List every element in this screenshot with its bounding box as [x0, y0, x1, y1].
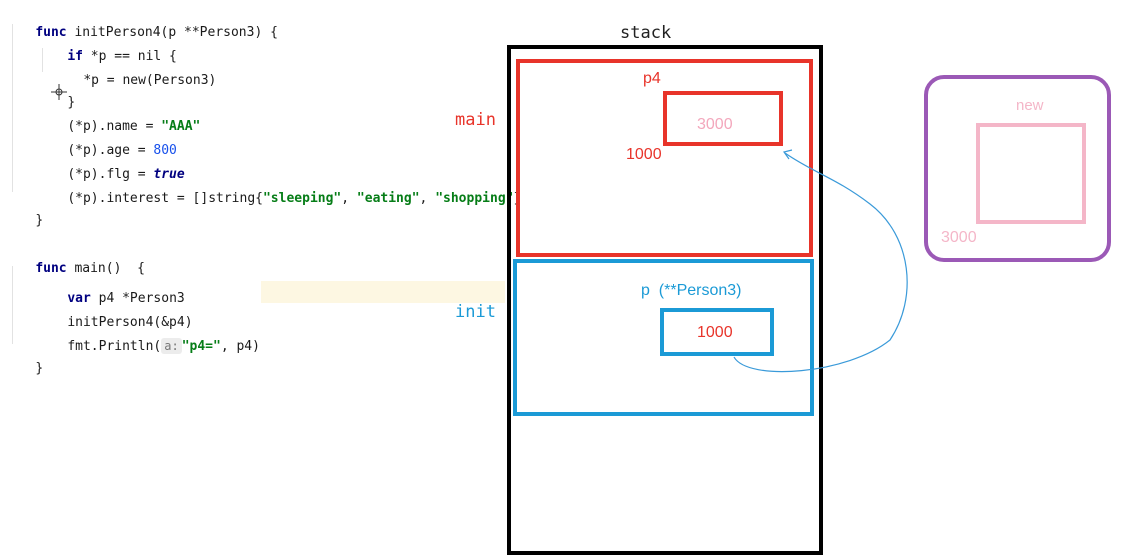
main-label: main: [455, 110, 496, 130]
init-label: init: [455, 302, 496, 322]
p-value: 1000: [697, 324, 733, 341]
stack-label: stack: [620, 23, 672, 43]
new-inner-box: [976, 123, 1086, 224]
p-label: p (**Person3): [641, 282, 742, 299]
memory-diagram: [507, 45, 1111, 555]
p4-address: 1000: [626, 146, 662, 163]
new-label: new: [1016, 97, 1044, 114]
p4-inner-value: 3000: [697, 116, 733, 133]
main-frame: [516, 59, 813, 257]
p4-label: p4: [643, 70, 661, 87]
new-address: 3000: [941, 229, 977, 246]
